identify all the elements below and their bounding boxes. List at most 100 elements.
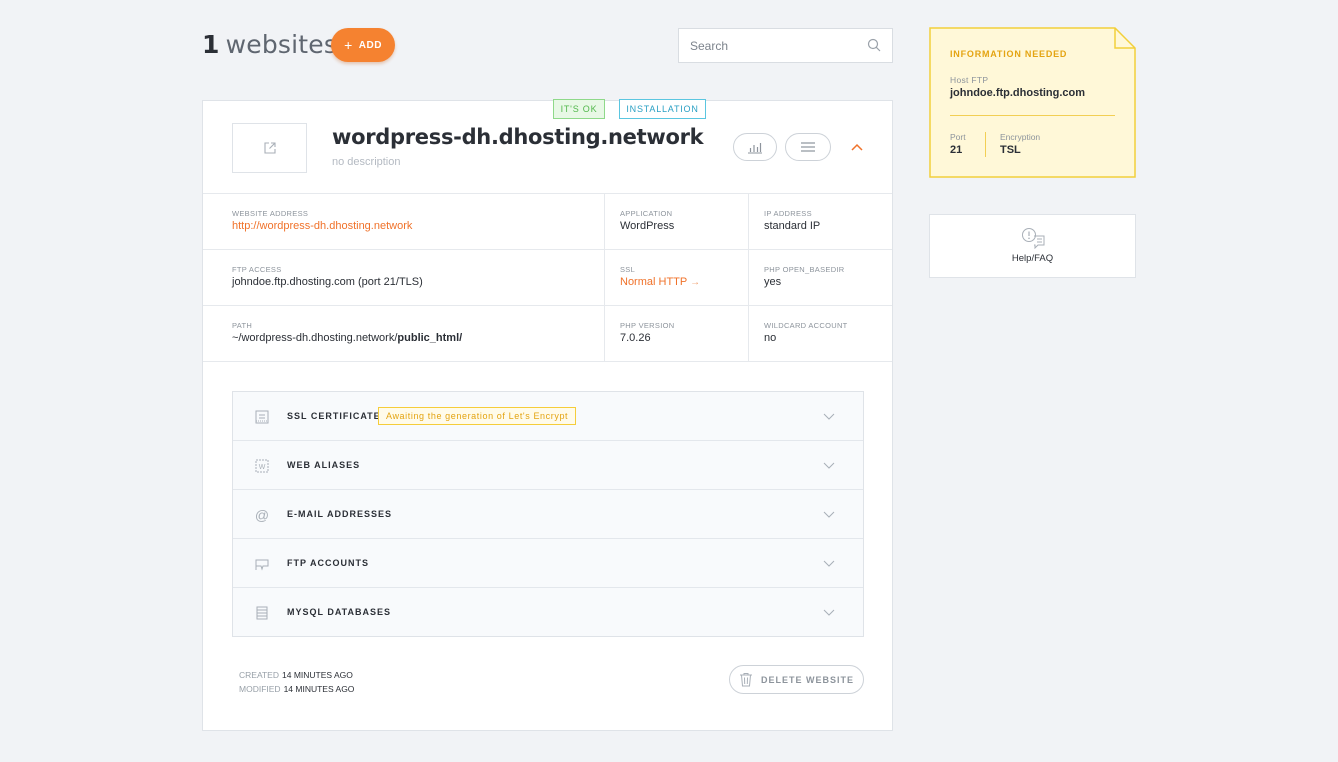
hamburger-icon [801,142,815,152]
created-value: 14 MINUTES AGO [282,670,353,680]
info-ip-address: IP ADDRESS standard IP [749,194,892,249]
path-bold: public_html/ [397,332,463,344]
section-label: MYSQL DATABASES [287,607,392,617]
info-value: yes [764,276,782,288]
section-label: FTP ACCOUNTS [287,558,370,568]
section-mysql-databases[interactable]: MYSQL DATABASES [233,588,863,636]
chevron-down-icon [823,462,835,469]
info-path: PATH ~/wordpress-dh.dhosting.network/pub… [203,306,605,361]
port-label: Port [950,132,966,142]
website-card: wordpress-dh.dhosting.network no descrip… [202,99,893,731]
chevron-down-icon [823,511,835,518]
website-thumbnail[interactable] [232,123,307,173]
host-ftp-label: Host FTP [950,75,989,85]
collapse-button[interactable] [849,139,865,155]
plus-icon: + [344,37,353,53]
path-prefix: ~/wordpress-dh.dhosting.network/ [232,332,398,344]
section-label: SSL CERTIFICATE [287,411,381,421]
info-row: WEBSITE ADDRESS http://wordpress-dh.dhos… [203,194,892,250]
chevron-down-icon [823,560,835,567]
ftp-icon [255,559,269,571]
info-value: WordPress [620,220,675,232]
info-application: APPLICATION WordPress [605,194,749,249]
info-label: PATH [232,321,253,330]
port-value: 21 [950,144,963,156]
bar-chart-icon [748,142,762,153]
section-label: E-MAIL ADDRESSES [287,509,393,519]
section-label: WEB ALIASES [287,460,361,470]
chevron-down-icon [823,413,835,420]
website-meta: CREATED 14 MINUTES AGO MODIFIED 14 MINUTES… [239,668,354,696]
info-label: SSL [620,265,636,274]
info-label: FTP ACCESS [232,265,282,274]
info-label: WILDCARD ACCOUNT [764,321,848,330]
search-input[interactable] [679,29,859,62]
section-ftp-accounts[interactable]: FTP ACCOUNTS [233,539,863,588]
svg-text:@: @ [255,507,269,523]
page-title-text: websites [225,30,338,59]
sections-accordion: SSL CERTIFICATE Awaiting the generation … [232,391,864,637]
note-divider [950,115,1115,116]
at-icon: @ [255,507,269,523]
stats-button[interactable] [733,133,777,161]
created-info: CREATED 14 MINUTES AGO [239,668,354,682]
svg-text:W: W [259,464,266,471]
trash-icon [739,673,752,687]
info-row: PATH ~/wordpress-dh.dhosting.network/pub… [203,306,892,362]
encryption-label: Encryption [1000,132,1041,142]
website-description: no description [332,156,401,168]
created-label: CREATED [239,670,279,680]
add-website-button[interactable]: + ADD [331,28,395,62]
add-button-label: ADD [358,39,382,51]
host-ftp-value: johndoe.ftp.dhosting.com [950,87,1086,99]
delete-button-label: DELETE WEBSITE [760,674,854,685]
website-info-grid: WEBSITE ADDRESS http://wordpress-dh.dhos… [203,194,892,362]
info-php-open-basedir: PHP OPEN_BASEDIR yes [749,250,892,305]
arrow-right-icon: → [690,277,701,288]
help-chat-icon [1021,228,1044,249]
ssl-link-text: Normal HTTP [620,276,688,288]
help-faq-button[interactable]: Help/FAQ [929,214,1136,278]
page-title: 1 websites [202,30,337,59]
section-ssl-certificate[interactable]: SSL CERTIFICATE Awaiting the generation … [233,392,863,441]
ssl-link[interactable]: Normal HTTP → [620,276,748,289]
info-row: FTP ACCESS johndoe.ftp.dhosting.com (por… [203,250,892,306]
search-box [678,28,893,63]
search-icon[interactable] [867,38,881,52]
help-label: Help/FAQ [1011,253,1054,264]
info-label: APPLICATION [620,209,673,218]
info-label: WEBSITE ADDRESS [232,209,309,218]
website-count: 1 [202,30,220,59]
information-needed-note: INFORMATION NEEDED Host FTP johndoe.ftp.… [929,27,1136,178]
alias-icon: W [255,459,269,473]
website-card-header: wordpress-dh.dhosting.network no descrip… [203,101,892,194]
note-title: INFORMATION NEEDED [950,49,1068,59]
info-value: no [764,332,777,344]
info-value: 7.0.26 [620,332,651,344]
certificate-icon [255,410,269,424]
delete-website-button[interactable]: DELETE WEBSITE [729,665,864,694]
website-name: wordpress-dh.dhosting.network [332,125,704,149]
external-link-icon [263,142,276,154]
section-email-addresses[interactable]: @ E-MAIL ADDRESSES [233,490,863,539]
info-php-version: PHP VERSION 7.0.26 [605,306,749,361]
encryption-value: TSL [1000,144,1021,156]
note-vertical-divider [985,132,986,157]
website-address-link[interactable]: http://wordpress-dh.dhosting.network [232,220,604,233]
status-badge-ok: IT'S OK [553,99,605,119]
info-wildcard-account: WILDCARD ACCOUNT no [749,306,892,361]
section-web-aliases[interactable]: W WEB ALIASES [233,441,863,490]
chevron-up-icon [851,143,863,151]
database-icon [256,606,268,620]
info-label: PHP OPEN_BASEDIR [764,265,845,274]
status-badge-installation: INSTALLATION [619,99,706,119]
modified-label: MODIFIED [239,684,281,694]
menu-button[interactable] [785,133,831,161]
info-label: PHP VERSION [620,321,675,330]
info-website-address: WEBSITE ADDRESS http://wordpress-dh.dhos… [203,194,605,249]
info-value: standard IP [764,220,821,232]
info-ssl: SSL Normal HTTP → [605,250,749,305]
chevron-down-icon [823,609,835,616]
info-value: ~/wordpress-dh.dhosting.network/public_h… [232,332,604,345]
modified-value: 14 MINUTES AGO [283,684,355,694]
